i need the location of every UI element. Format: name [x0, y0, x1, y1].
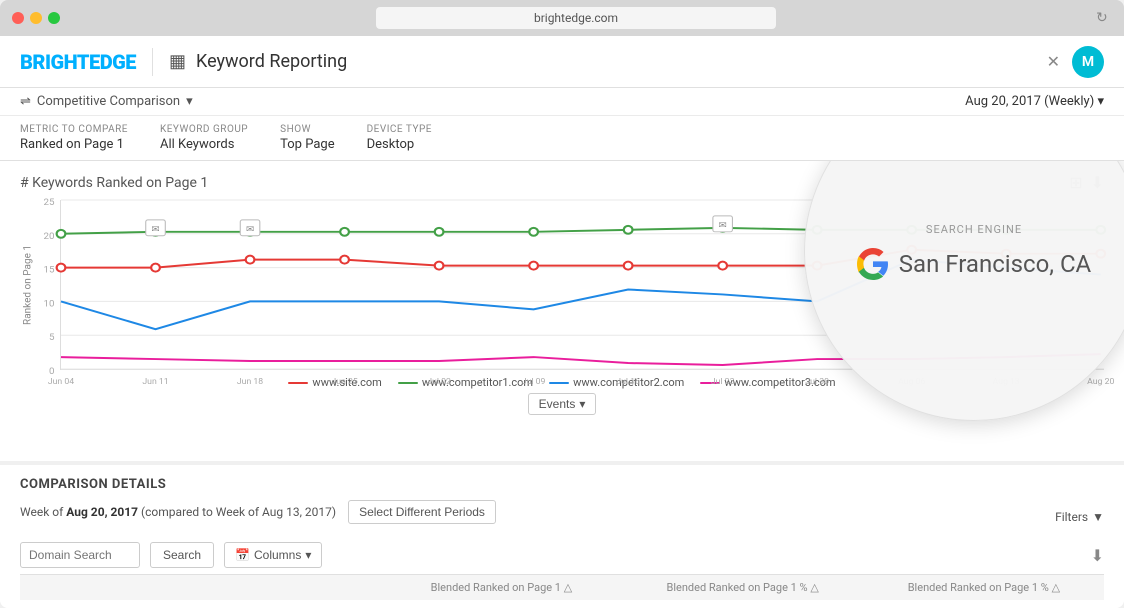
sort-icon-3: △ — [1052, 581, 1060, 594]
download-table-icon[interactable]: ⬇ — [1091, 546, 1104, 565]
columns-label: Columns — [254, 548, 301, 562]
svg-text:Jun 18: Jun 18 — [237, 377, 264, 387]
calendar-icon: 📅 — [235, 548, 250, 562]
comparison-title: COMPARISON DETAILS — [20, 477, 1104, 492]
events-arrow-icon: ▾ — [579, 397, 585, 411]
overlay-location: San Francisco, CA — [857, 248, 1091, 280]
compared-text: (compared to Week of Aug 13, 2017) — [141, 505, 336, 519]
svg-text:Aug 20: Aug 20 — [1087, 377, 1115, 387]
svg-text:Jun 11: Jun 11 — [142, 377, 168, 387]
metric-label: METRIC TO COMPARE — [20, 124, 128, 135]
svg-text:✉: ✉ — [719, 220, 727, 231]
date-label: Aug 20, 2017 (Weekly) — [965, 94, 1094, 109]
svg-text:Jul 09: Jul 09 — [522, 377, 546, 387]
app-title-area: ▦ Keyword Reporting — [169, 51, 347, 72]
comparison-label: Competitive Comparison — [37, 94, 180, 109]
legend-site-line — [288, 382, 308, 384]
svg-text:5: 5 — [49, 333, 54, 344]
events-label: Events — [539, 397, 576, 411]
svg-text:Jul 30: Jul 30 — [805, 377, 829, 387]
select-periods-button[interactable]: Select Different Periods — [348, 500, 496, 524]
metric-filter[interactable]: METRIC TO COMPARE Ranked on Page 1 — [20, 124, 128, 152]
show-value: Top Page — [280, 137, 334, 152]
close-button[interactable]: ✕ — [1047, 52, 1060, 71]
svg-text:10: 10 — [43, 299, 54, 310]
svg-text:✉: ✉ — [151, 224, 159, 235]
table-header-row: Blended Ranked on Page 1 △ Blended Ranke… — [20, 574, 1104, 600]
close-dot[interactable] — [12, 12, 24, 24]
columns-button[interactable]: 📅 Columns ▾ — [224, 542, 322, 568]
app-content: BRIGHTEDGE ▦ Keyword Reporting ✕ M ⇌ Com… — [0, 36, 1124, 608]
events-button[interactable]: Events ▾ — [528, 393, 597, 415]
filters-button[interactable]: Filters ▼ — [1055, 510, 1104, 524]
comparison-controls: Week of Aug 20, 2017 (compared to Week o… — [20, 500, 496, 524]
show-filter[interactable]: SHOW Top Page — [280, 124, 334, 152]
svg-text:✉: ✉ — [246, 224, 254, 235]
filter-bar: METRIC TO COMPARE Ranked on Page 1 KEYWO… — [0, 116, 1124, 161]
app-logo: BRIGHTEDGE — [20, 50, 136, 74]
svg-text:Jul 02: Jul 02 — [427, 377, 451, 387]
svg-text:15: 15 — [43, 265, 54, 276]
metric-value: Ranked on Page 1 — [20, 137, 128, 152]
keyword-group-filter[interactable]: KEYWORD GROUP All Keywords — [160, 124, 248, 152]
compare-icon: ⇌ — [20, 94, 31, 109]
location-text: San Francisco, CA — [899, 250, 1091, 278]
address-bar[interactable]: brightedge.com — [376, 7, 776, 29]
legend-comp2-line — [549, 382, 569, 384]
svg-text:20: 20 — [43, 231, 54, 242]
date-arrow-icon: ▾ — [1097, 94, 1104, 109]
svg-text:25: 25 — [43, 197, 54, 208]
columns-arrow-icon: ▾ — [305, 548, 311, 562]
keyword-group-value: All Keywords — [160, 137, 248, 152]
svg-text:Jun 04: Jun 04 — [48, 377, 75, 387]
comparison-section: COMPARISON DETAILS Week of Aug 20, 2017 … — [0, 461, 1124, 608]
app-title: Keyword Reporting — [196, 51, 347, 72]
chart-icon: ▦ — [169, 51, 186, 72]
filter-icon: ▼ — [1092, 510, 1104, 524]
dropdown-arrow-icon: ▾ — [186, 94, 193, 109]
sort-icon-2: △ — [810, 581, 818, 594]
y-axis-label: Ranked on Page 1 — [22, 245, 33, 325]
svg-text:0: 0 — [49, 366, 54, 377]
browser-titlebar: brightedge.com ↻ — [0, 0, 1124, 36]
browser-window: brightedge.com ↻ BRIGHTEDGE ▦ Keyword Re… — [0, 0, 1124, 608]
date-selector[interactable]: Aug 20, 2017 (Weekly) ▾ — [965, 94, 1104, 109]
filters-label: Filters — [1055, 510, 1088, 524]
header-divider — [152, 48, 153, 76]
toolbar-row: ⇌ Competitive Comparison ▾ Aug 20, 2017 … — [0, 88, 1124, 116]
google-icon — [857, 248, 889, 280]
header-right: ✕ M — [1047, 46, 1104, 78]
week-bold: Aug 20, 2017 — [66, 505, 138, 519]
overlay-label: SEARCH ENGINE — [926, 223, 1022, 236]
device-label: DEVICE TYPE — [367, 124, 432, 135]
chart-title: # Keywords Ranked on Page 1 — [20, 175, 208, 191]
col-header-blended3: Blended Ranked on Page 1 % △ — [864, 581, 1104, 594]
legend-comp1-line — [398, 382, 418, 384]
search-row: Search 📅 Columns ▾ ⬇ — [20, 542, 1104, 568]
maximize-dot[interactable] — [48, 12, 60, 24]
minimize-dot[interactable] — [30, 12, 42, 24]
search-button[interactable]: Search — [150, 542, 214, 568]
app-header: BRIGHTEDGE ▦ Keyword Reporting ✕ M — [0, 36, 1124, 88]
col-header-domain — [20, 581, 380, 594]
device-value: Desktop — [367, 137, 432, 152]
device-filter[interactable]: DEVICE TYPE Desktop — [367, 124, 432, 152]
avatar[interactable]: M — [1072, 46, 1104, 78]
browser-dots — [12, 12, 60, 24]
col-header-blended1: Blended Ranked on Page 1 △ — [381, 581, 621, 594]
main-content: ⇌ Competitive Comparison ▾ Aug 20, 2017 … — [0, 88, 1124, 608]
col-header-blended2: Blended Ranked on Page 1 % △ — [623, 581, 863, 594]
chart-section: SEARCH ENGINE San Francisco, CA # Keyw — [0, 161, 1124, 461]
sort-icon-1: △ — [564, 581, 572, 594]
svg-text:Jul 16: Jul 16 — [616, 377, 640, 387]
svg-text:Jul 23: Jul 23 — [711, 377, 735, 387]
keyword-group-label: KEYWORD GROUP — [160, 124, 248, 135]
refresh-icon[interactable]: ↻ — [1096, 10, 1112, 26]
week-text: Week of Aug 20, 2017 (compared to Week o… — [20, 505, 336, 519]
domain-search-input[interactable] — [20, 542, 140, 568]
show-label: SHOW — [280, 124, 334, 135]
legend-competitor1: www.competitor1.com — [398, 376, 533, 389]
svg-text:Jun 25: Jun 25 — [331, 377, 358, 387]
competitive-comparison-dropdown[interactable]: ⇌ Competitive Comparison ▾ — [20, 94, 193, 109]
